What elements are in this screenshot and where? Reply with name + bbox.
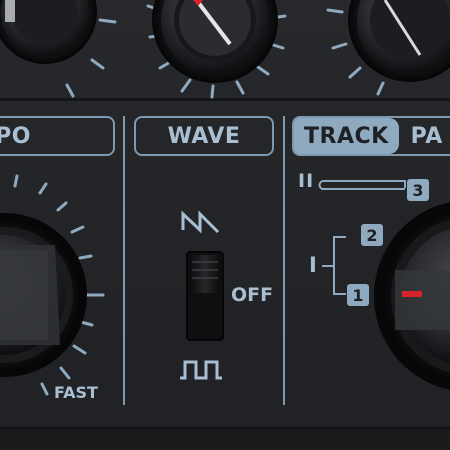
track-section-label: TRACK PA [292,116,450,156]
route-badge-1: 1 [347,284,369,306]
tempo-knob[interactable] [0,213,87,377]
synth-panel: PO WAVE TRACK PA OFF FAST II I 3 2 1 [0,0,450,450]
route-badge-1-text: 1 [352,285,364,305]
saw-wave-icon [181,210,220,234]
top-right-knob[interactable] [348,0,450,82]
track-knob[interactable] [374,200,450,392]
track-tab-active-text: TRACK [304,123,389,149]
route-ii-label: II [298,170,315,192]
wave-label-text: WAVE [167,123,241,149]
track-tab-other[interactable]: PA [399,124,443,149]
tempo-section-label: PO [0,116,115,156]
tempo-label-text: PO [0,123,31,149]
square-wave-icon [180,360,222,380]
route-badge-2: 2 [361,224,383,246]
track-tab-active[interactable]: TRACK [294,118,399,154]
tempo-fast-label: FAST [54,383,98,402]
wave-section-label: WAVE [134,116,274,156]
bottom-strip [0,428,450,450]
top-left-knob[interactable] [0,0,97,64]
wave-switch[interactable] [186,251,224,341]
route-badge-2-text: 2 [366,225,378,245]
route-i-label: I [309,253,317,277]
route-badge-3-text: 3 [412,180,424,200]
top-center-knob[interactable] [152,0,278,83]
top-divider [0,98,450,101]
track-knob-red-mark [402,291,422,297]
wave-off-label: OFF [231,284,274,306]
track-tab-other-text: PA [410,123,443,149]
route-badge-3: 3 [407,179,429,201]
